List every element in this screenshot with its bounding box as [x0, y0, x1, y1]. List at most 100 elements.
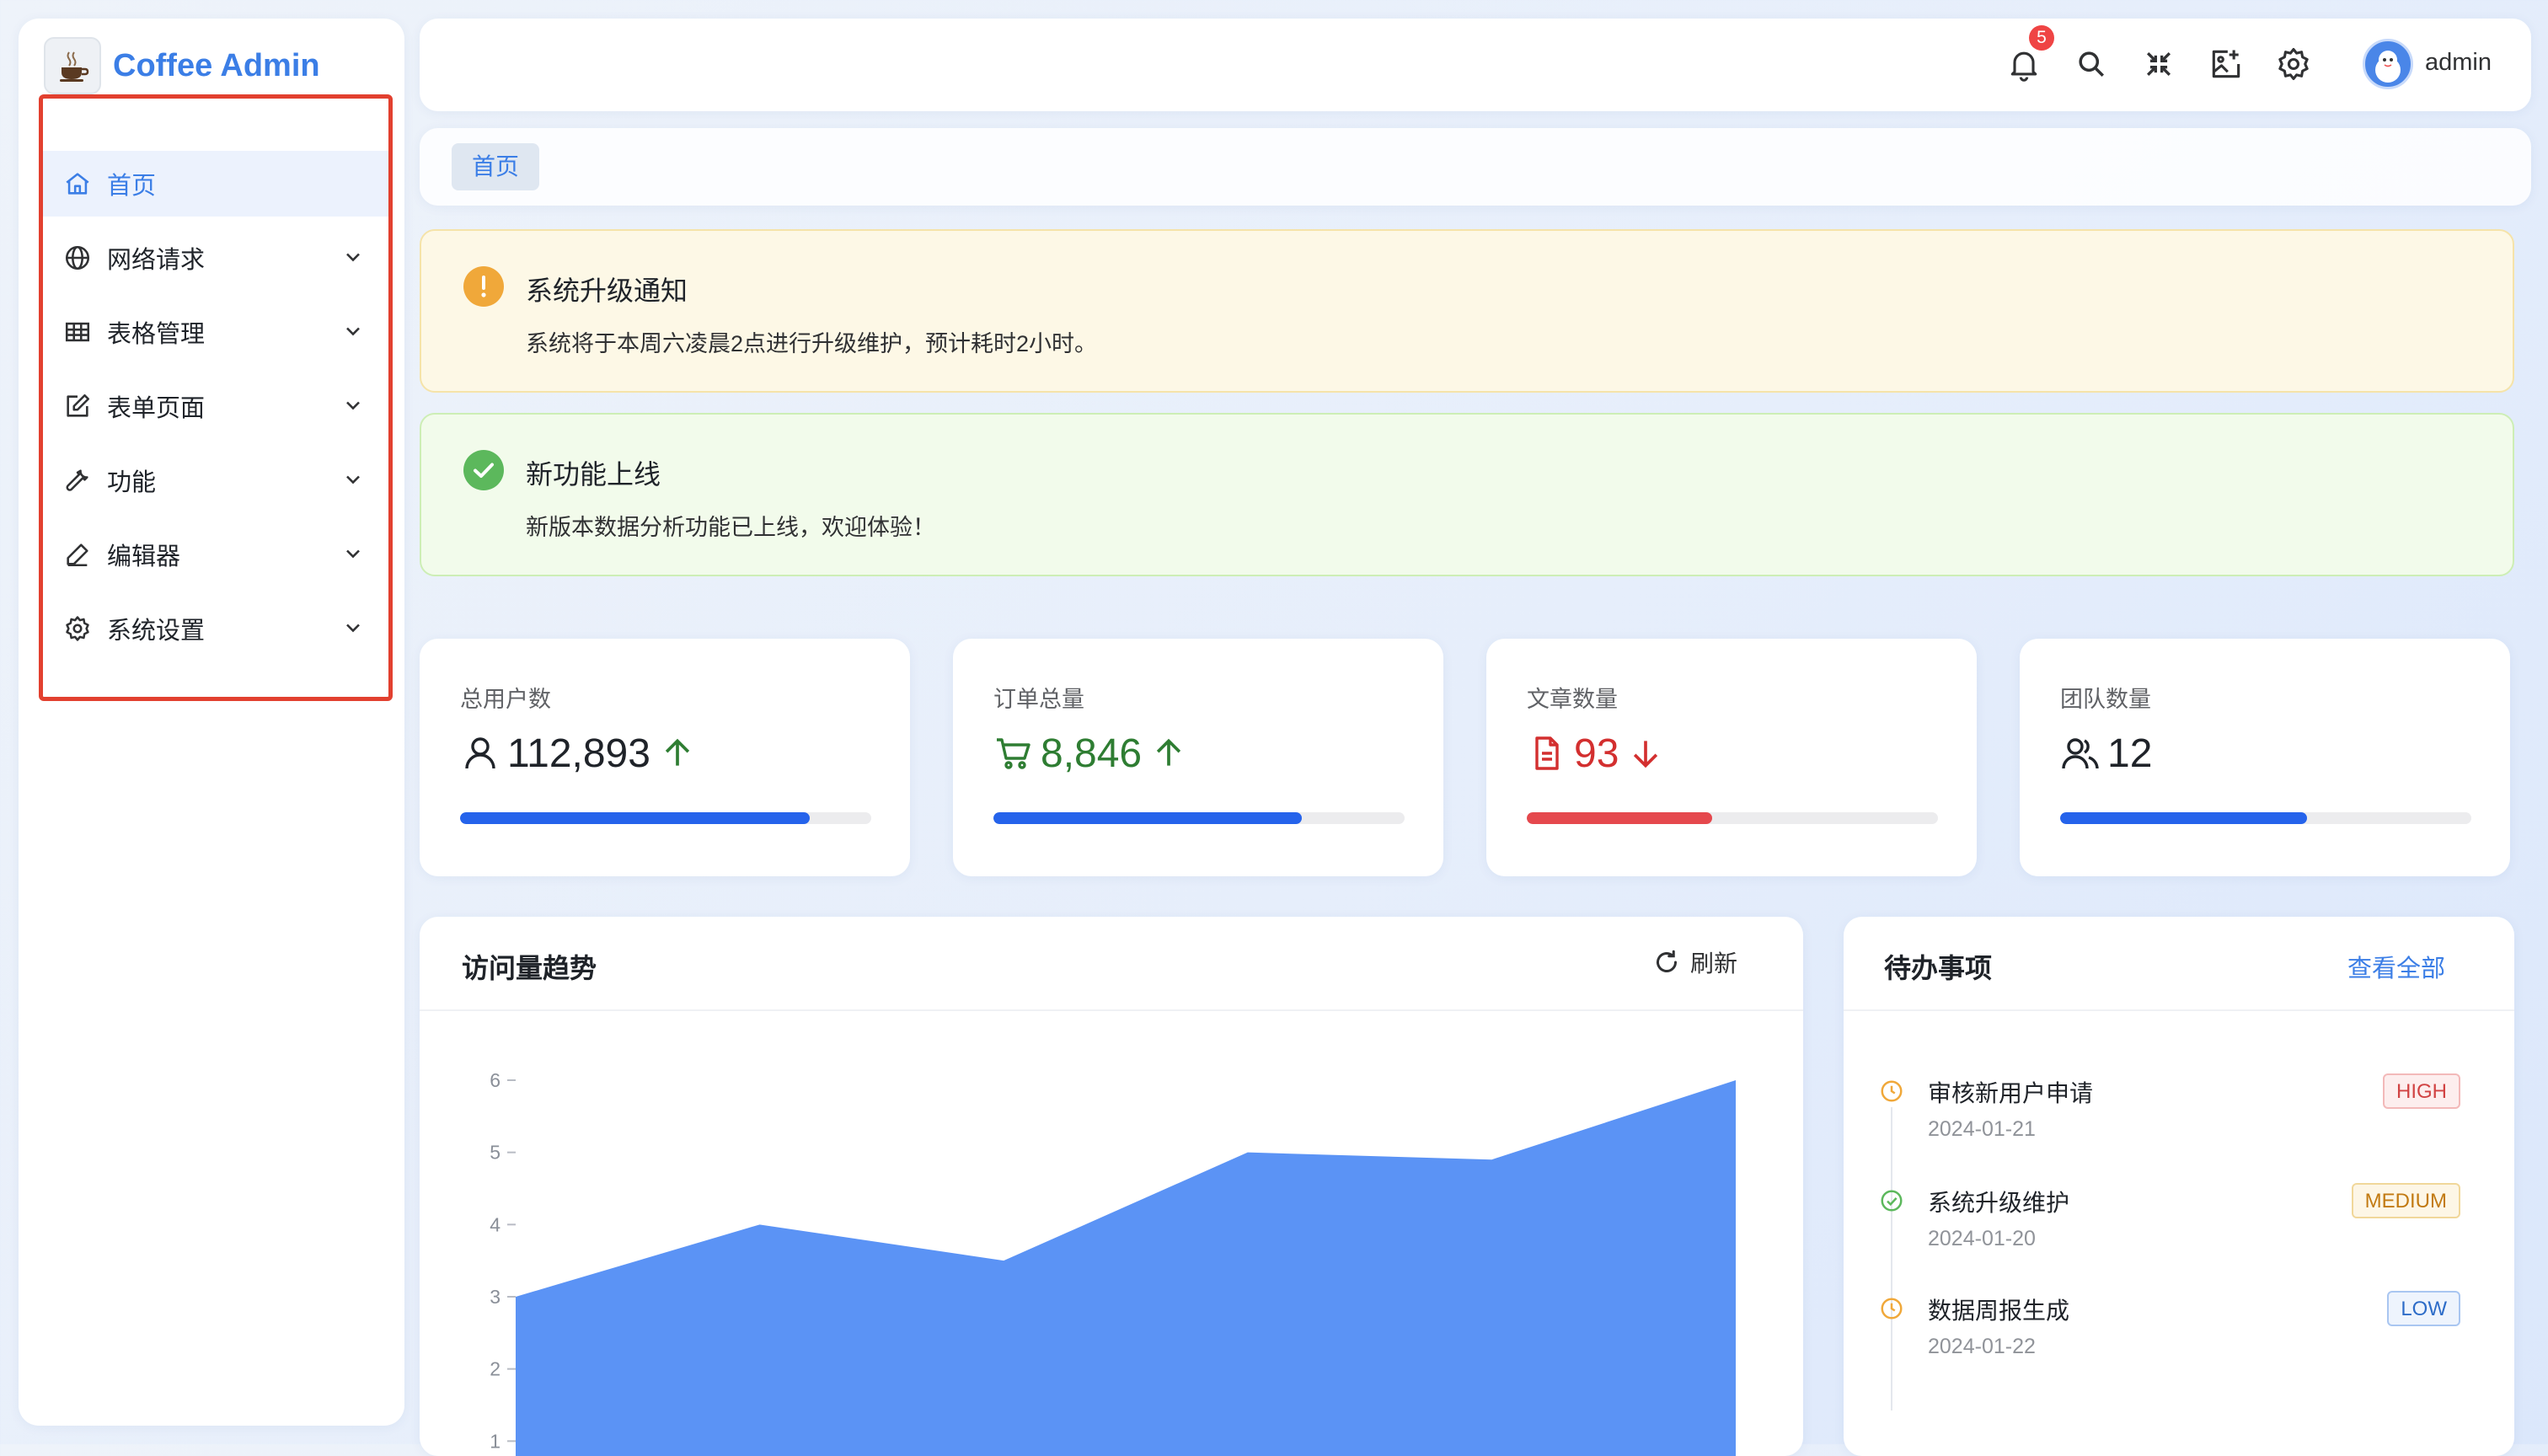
team-icon: [2060, 733, 2101, 774]
gear-icon[interactable]: [2275, 46, 2312, 83]
table-icon: [63, 318, 92, 346]
refresh-button[interactable]: 刷新: [1651, 945, 1737, 979]
priority-badge: MEDIUM: [2351, 1183, 2460, 1218]
visits-area-chart: 6543210: [490, 1069, 1736, 1456]
home-icon: [63, 169, 92, 198]
view-all-link[interactable]: 查看全部: [2347, 949, 2445, 984]
todo-card: 待办事项 查看全部 审核新用户申请 2024-01-21 HIGH 系统升级维护…: [1844, 917, 2514, 1456]
chevron-down-icon: [341, 393, 365, 417]
todo-item[interactable]: 系统升级维护 2024-01-20 MEDIUM: [1844, 1183, 2514, 1276]
todo-name: 数据周报生成: [1928, 1298, 2070, 1324]
todo-name: 审核新用户申请: [1928, 1080, 2094, 1106]
chevron-down-icon: [341, 319, 365, 343]
arrow-up-icon: [659, 735, 696, 772]
sidebar-item-settings[interactable]: 系统设置: [43, 596, 388, 661]
stat-progress-bar: [993, 812, 1405, 824]
app-logo[interactable]: Coffee Admin: [44, 35, 320, 96]
sidebar-item-features[interactable]: 功能: [43, 447, 388, 513]
stat-progress-fill: [993, 812, 1302, 824]
sidebar-item-form[interactable]: 表单页面: [43, 373, 388, 439]
stat-value: 12: [2107, 731, 2153, 776]
stat-progress-bar: [2060, 812, 2471, 824]
todo-name: 系统升级维护: [1928, 1190, 2070, 1216]
sidebar-item-label: 表格管理: [107, 321, 206, 348]
divider: [1844, 1009, 2514, 1011]
notice-text: 新版本数据分析功能已上线，欢迎体验！: [526, 515, 935, 540]
coffee-logo-icon: [44, 37, 101, 94]
stat-card-users[interactable]: 总用户数 112,893: [420, 639, 910, 876]
stat-card-orders[interactable]: 订单总量 8,846: [953, 639, 1443, 876]
check-circle-icon: [1879, 1188, 1904, 1213]
stat-progress-fill: [1527, 812, 1712, 824]
todo-item[interactable]: 审核新用户申请 2024-01-21 HIGH: [1844, 1073, 2514, 1166]
y-tick-label: 5: [490, 1142, 500, 1164]
y-tick-label: 6: [490, 1069, 500, 1091]
sidebar-item-home[interactable]: 首页: [43, 151, 388, 217]
todo-date: 2024-01-21: [1928, 1117, 2036, 1141]
notice-success: 新功能上线 新版本数据分析功能已上线，欢迎体验！: [420, 413, 2514, 576]
todo-date: 2024-01-22: [1928, 1335, 2036, 1358]
arrow-down-icon: [1627, 735, 1664, 772]
visits-chart-card: 访问量趋势 刷新 6543210: [420, 917, 1803, 1456]
edit-form-icon: [63, 392, 92, 420]
stat-value: 93: [1574, 731, 1619, 776]
arrow-up-icon: [1150, 735, 1187, 772]
notice-title: 系统升级通知: [526, 276, 688, 306]
refresh-icon: [1651, 947, 1690, 977]
avatar[interactable]: [2363, 39, 2413, 89]
globe-icon: [63, 244, 92, 272]
stat-label: 团队数量: [2060, 687, 2151, 712]
search-icon[interactable]: [2073, 46, 2110, 83]
area-series[interactable]: [516, 1080, 1736, 1456]
clock-icon: [1879, 1079, 1904, 1104]
chevron-down-icon: [341, 468, 365, 491]
username[interactable]: admin: [2425, 49, 2492, 77]
todo-date: 2024-01-20: [1928, 1227, 2036, 1250]
sidebar-item-network[interactable]: 网络请求: [43, 225, 388, 291]
notice-warning: 系统升级通知 系统将于本周六凌晨2点进行升级维护，预计耗时2小时。: [420, 229, 2514, 393]
stat-label: 总用户数: [460, 687, 551, 712]
stat-value: 8,846: [1041, 731, 1143, 776]
stat-label: 订单总量: [993, 687, 1084, 712]
chart-card-title: 访问量趋势: [462, 953, 597, 983]
todo-item[interactable]: 数据周报生成 2024-01-22 LOW: [1844, 1291, 2514, 1384]
top-header: 5 admin: [420, 19, 2531, 111]
chevron-down-icon: [341, 245, 365, 269]
chevron-down-icon: [341, 616, 365, 640]
stat-value: 112,893: [507, 731, 650, 776]
sidebar-item-label: 功能: [107, 469, 157, 496]
sidebar-item-label: 表单页面: [107, 395, 206, 422]
image-add-icon[interactable]: [2208, 46, 2245, 83]
stat-progress-fill: [2060, 812, 2307, 824]
notification-badge: 5: [2029, 25, 2054, 51]
document-icon: [1527, 733, 1567, 774]
todo-title: 待办事项: [1884, 953, 1993, 983]
stat-card-articles[interactable]: 文章数量 93: [1486, 639, 1977, 876]
clock-icon: [1879, 1296, 1904, 1321]
sidebar-item-label: 首页: [107, 173, 157, 200]
breadcrumb-item-home[interactable]: 首页: [452, 143, 540, 190]
sidebar-item-table[interactable]: 表格管理: [43, 299, 388, 365]
sidebar-item-label: 网络请求: [107, 247, 206, 274]
stat-label: 文章数量: [1527, 687, 1618, 712]
stat-progress-fill: [460, 812, 810, 824]
sidebar: Coffee Admin 首页 网络请求 表格管理 表单页面 功能 编辑器 系统…: [19, 19, 404, 1426]
stat-progress-bar: [1527, 812, 1938, 824]
sidebar-item-editor[interactable]: 编辑器: [43, 522, 388, 587]
fullscreen-icon[interactable]: [2140, 46, 2177, 83]
pen-icon: [63, 540, 92, 569]
cart-icon: [993, 733, 1034, 774]
y-tick-label: 2: [490, 1358, 500, 1380]
stat-card-teams[interactable]: 团队数量 12: [2020, 639, 2510, 876]
sidebar-item-label: 系统设置: [107, 618, 206, 645]
bell-icon[interactable]: [2005, 46, 2042, 83]
y-tick-label: 1: [490, 1430, 500, 1452]
y-tick-label: 3: [490, 1286, 500, 1308]
warning-icon: [463, 266, 504, 307]
app-title: Coffee Admin: [113, 47, 320, 83]
wrench-icon: [63, 466, 92, 495]
priority-badge: HIGH: [2383, 1073, 2460, 1109]
breadcrumb: 首页: [420, 128, 2531, 206]
check-circle-icon: [463, 450, 504, 490]
refresh-label: 刷新: [1689, 950, 1737, 977]
